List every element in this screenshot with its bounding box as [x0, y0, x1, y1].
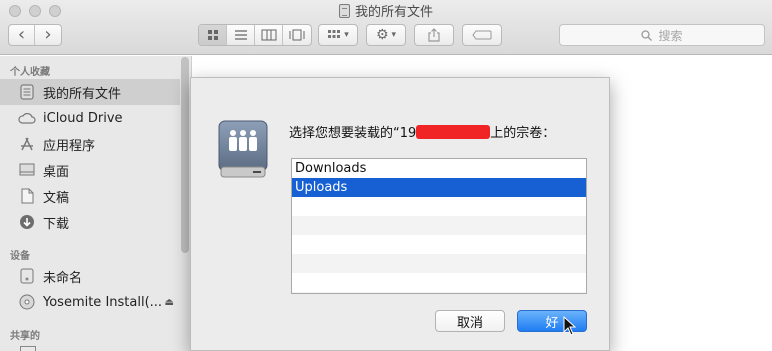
- sidebar-item-downloads[interactable]: 下载: [0, 209, 180, 235]
- volume-item-uploads[interactable]: Uploads: [292, 178, 586, 197]
- view-list-button[interactable]: [227, 25, 255, 45]
- view-coverflow-button[interactable]: [283, 25, 311, 45]
- arrange-button[interactable]: ▾: [318, 24, 358, 46]
- cancel-button[interactable]: 取消: [435, 310, 505, 332]
- empty-list-row: [292, 235, 586, 254]
- sidebar-item-documents[interactable]: 文稿: [0, 183, 180, 209]
- all-files-icon: [338, 4, 350, 18]
- share-icon: [428, 28, 440, 42]
- eject-icon[interactable]: ⏏: [165, 297, 174, 308]
- tag-icon: [472, 30, 492, 40]
- shared-header: 共享的: [10, 331, 40, 342]
- view-mode-control: [198, 24, 312, 46]
- empty-list-row: [292, 292, 586, 293]
- view-icons-button[interactable]: [199, 25, 227, 45]
- desktop-icon: [18, 162, 36, 178]
- volume-item-downloads[interactable]: Downloads: [292, 159, 586, 178]
- empty-list-row: [292, 254, 586, 273]
- file-server-icon: [218, 120, 268, 178]
- view-columns-icon: [261, 29, 276, 41]
- action-button[interactable]: ⚙ ▾: [366, 24, 406, 46]
- arrange-icon: [328, 30, 341, 38]
- search-field[interactable]: 搜索: [559, 24, 765, 46]
- empty-list-row: [292, 273, 586, 292]
- view-columns-button[interactable]: [255, 25, 283, 45]
- mouse-pointer-icon: [563, 316, 577, 336]
- shared-computer-icon: [20, 346, 36, 351]
- redacted-address: [416, 125, 491, 139]
- window-title: 我的所有文件: [0, 1, 772, 20]
- devices-header: 设备: [10, 251, 30, 262]
- view-icons-icon: [207, 30, 218, 40]
- disk-icon: [18, 268, 36, 284]
- volume-list[interactable]: Downloads Uploads: [291, 158, 587, 294]
- sidebar-scrollbar[interactable]: [181, 57, 189, 253]
- back-button[interactable]: ‹: [9, 25, 36, 45]
- gear-icon: ⚙: [375, 27, 389, 43]
- sidebar-item-applications[interactable]: 应用程序: [0, 131, 180, 157]
- search-icon: [641, 29, 653, 41]
- dialog-prompt: 选择您想要装载的“19 上的宗卷：: [289, 125, 556, 141]
- all-files-icon: [18, 84, 36, 100]
- favorites-header: 个人收藏: [10, 67, 50, 78]
- back-forward-control: ‹ ›: [8, 24, 62, 46]
- view-list-icon: [234, 30, 247, 40]
- tags-button[interactable]: [462, 24, 502, 46]
- share-button[interactable]: [414, 24, 454, 46]
- cloud-icon: [18, 110, 36, 126]
- downloads-icon: [18, 214, 36, 230]
- sidebar-item-all-files[interactable]: 我的所有文件: [0, 79, 180, 105]
- install-disk-icon: [18, 294, 36, 310]
- sidebar-item-desktop[interactable]: 桌面: [0, 157, 180, 183]
- empty-list-row: [292, 197, 586, 216]
- finder-toolbar: 我的所有文件 ‹ › ▾ ⚙ ▾ 搜索: [0, 0, 772, 55]
- forward-button[interactable]: ›: [35, 25, 61, 45]
- sidebar-item-icloud-drive[interactable]: iCloud Drive: [0, 105, 180, 131]
- applications-icon: [18, 136, 36, 152]
- documents-icon: [18, 188, 36, 204]
- sidebar-item-yosemite-install[interactable]: Yosemite Install(... ⏏: [0, 289, 180, 315]
- empty-list-row: [292, 216, 586, 235]
- view-coverflow-icon: [289, 29, 305, 41]
- sidebar: 个人收藏 我的所有文件 iCloud Drive 应用程序 桌面 文稿 下载 设…: [0, 56, 192, 351]
- search-placeholder: 搜索: [658, 28, 683, 43]
- mount-volume-dialog: 选择您想要装载的“19 上的宗卷： Downloads Uploads 取消 好: [190, 77, 610, 351]
- sidebar-item-unnamed-disk[interactable]: 未命名: [0, 263, 180, 289]
